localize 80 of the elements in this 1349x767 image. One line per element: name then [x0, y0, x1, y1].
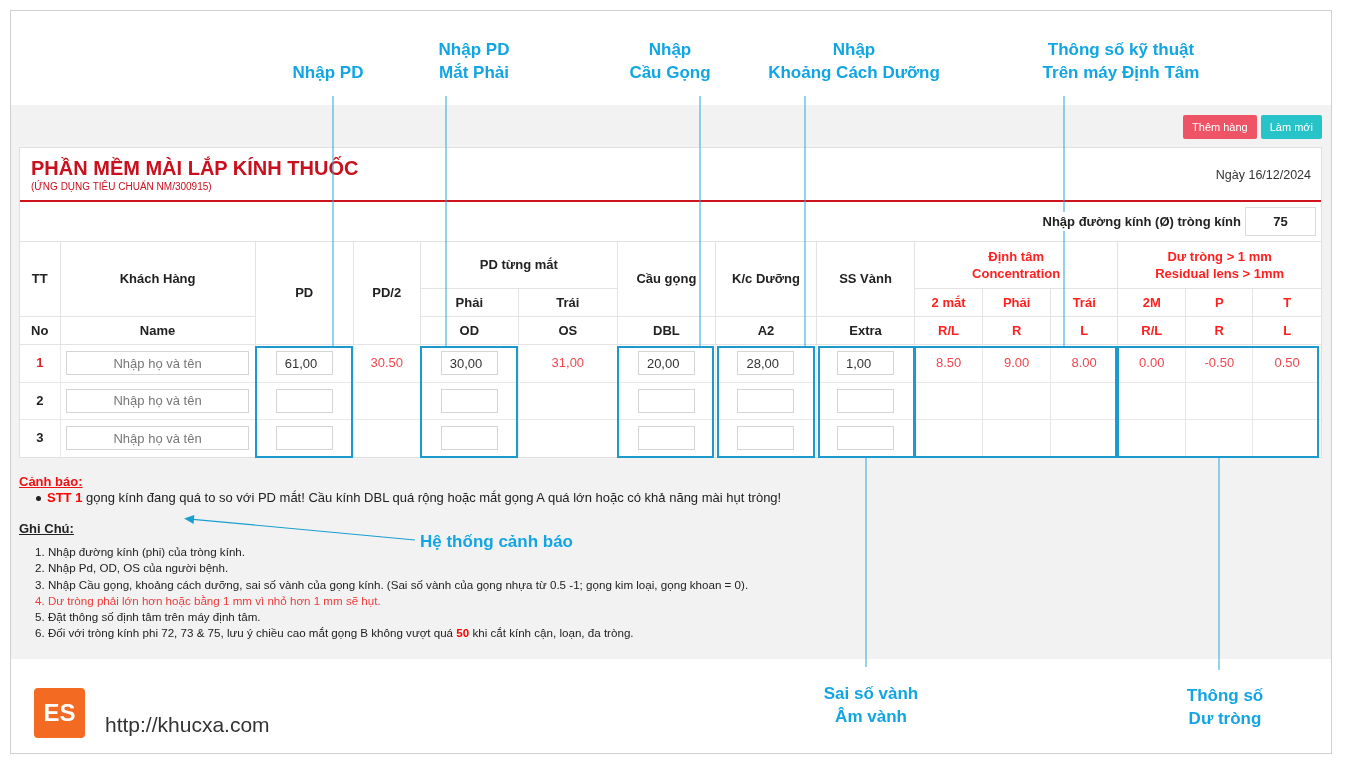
name-input[interactable]: Nhập họ và tên [66, 351, 250, 375]
column-header: 2M [1117, 288, 1186, 316]
column-header: Định tâm Concentration [914, 242, 1118, 288]
number-input[interactable] [737, 426, 795, 451]
column-header: R [1185, 316, 1253, 344]
row-number: 1 [36, 354, 44, 370]
column-header: K/c Dưỡng [715, 242, 817, 316]
callout-label: Hệ thống cảnh báo [420, 531, 573, 553]
diameter-input[interactable]: 75 [1245, 207, 1316, 236]
note-item: 3. Nhập Cầu gọng, khoảng cách dưỡng, sai số vành của gọng kính. (Sai số vành của gọng nhựa từ 0.5 -1; gọng kim loại, gọng khoan = 0). [34, 576, 749, 593]
app-title: PHẦN MỀM MÀI LẮP KÍNH THUỐC [31, 155, 359, 180]
note-item: 6. Đối với tròng kính phi 72, 73 & 75, lưu ý chiều cao mắt gọng B không vượt quá 50 khi cắt kính cận, loạn, đa tròng. [34, 625, 634, 642]
number-input[interactable]: 61,00 [275, 351, 333, 375]
app-subtitle: (ỨNG DỤNG TIÊU CHUẨN NM/300915) [31, 179, 213, 193]
column-header: PD/2 [353, 242, 421, 344]
number-input[interactable] [637, 426, 695, 451]
name-input[interactable]: Nhập họ và tên [66, 426, 250, 451]
column-header: 2 mắt [914, 288, 983, 316]
number-input[interactable] [837, 426, 895, 451]
table-cell: 8.50 [935, 355, 962, 371]
column-header: PD từng mắt [420, 242, 618, 288]
column-header: R/L [1117, 316, 1186, 344]
number-input[interactable]: 1,00 [837, 351, 895, 375]
column-header: R [982, 316, 1051, 344]
note-item: 2. Nhập Pd, OD, OS của người bệnh. [34, 560, 229, 577]
column-header: TT [20, 242, 60, 316]
note-item: 1. Nhập đường kính (phi) của tròng kính. [34, 544, 245, 561]
column-header: Trái [1050, 288, 1118, 316]
warning-text: STT 1 gọng kính đang quá to so với PD mắt! Cầu kính DBL quá rộng hoặc mắt gọng A quá lớn hoặc có khả năng mài hụt tròng! [47, 490, 782, 506]
note-item: 4. Dư tròng phải lớn hơn hoặc bằng 1 mm vì nhỏ hơn 1 mm sẽ hụt. [34, 592, 381, 609]
number-input[interactable]: 28,00 [737, 351, 795, 375]
number-input[interactable]: 30,00 [440, 351, 498, 375]
table-cell: 0.00 [1139, 355, 1165, 371]
number-input[interactable] [275, 426, 333, 451]
callout-label: Nhập Khoảng Cách Dưỡng [768, 39, 940, 84]
notes-heading: Ghi Chú: [19, 521, 74, 538]
column-header: No [20, 316, 60, 344]
column-header: Khách Hàng [60, 242, 256, 316]
warning-heading: Cảnh báo: [19, 474, 83, 490]
name-input[interactable]: Nhập họ và tên [66, 388, 250, 413]
table-cell: 9.00 [1003, 355, 1030, 371]
bullet-icon [36, 495, 41, 501]
number-input[interactable] [837, 388, 895, 413]
column-header: L [1050, 316, 1118, 344]
callout-label: Nhập PD [292, 62, 364, 84]
column-header: OS [518, 316, 618, 344]
note-item: 5. Đặt thông số định tâm trên máy định tâm. [34, 609, 261, 625]
table-cell: -0.50 [1204, 355, 1235, 371]
column-header: Extra [816, 316, 915, 344]
table-cell: 8.00 [1071, 355, 1097, 371]
column-header: PD [255, 242, 354, 344]
number-input[interactable] [275, 388, 333, 413]
column-header: OD [420, 316, 519, 344]
number-input[interactable] [737, 388, 795, 413]
column-header: SS Vành [816, 242, 915, 316]
column-header: Phải [982, 288, 1051, 316]
table-cell: 30.50 [370, 355, 403, 371]
number-input[interactable]: 20,00 [637, 351, 695, 375]
website-url: http://khucxa.com [105, 712, 270, 738]
callout-label: Thông số kỹ thuật Trên máy Định Tâm [1042, 39, 1200, 84]
column-header: P [1185, 288, 1253, 316]
callout-label: Nhập Cầu Gọng [629, 39, 711, 84]
number-input[interactable] [440, 426, 498, 451]
table-cell: 31,00 [551, 355, 585, 371]
diameter-label: Nhập đường kính (Ø) tròng kính [1042, 211, 1241, 232]
column-header: R/L [914, 316, 983, 344]
row-number: 2 [36, 392, 44, 408]
number-input[interactable] [637, 388, 695, 413]
table-cell: 0.50 [1274, 355, 1300, 371]
column-header: Cầu gọng [617, 242, 716, 316]
callout-label: Nhập PD Mắt Phải [438, 39, 510, 84]
number-input[interactable] [440, 388, 498, 413]
callout-label: Thông số Dư tròng [1186, 685, 1264, 730]
column-header: Phải [420, 288, 519, 316]
column-header: A2 [715, 316, 817, 344]
callout-label: Sai số vành Âm vành [823, 683, 919, 728]
row-number: 3 [36, 429, 44, 445]
column-header: DBL [617, 316, 716, 344]
logo: ES [34, 688, 85, 738]
date-label: Ngày 16/12/2024 [1215, 166, 1311, 184]
